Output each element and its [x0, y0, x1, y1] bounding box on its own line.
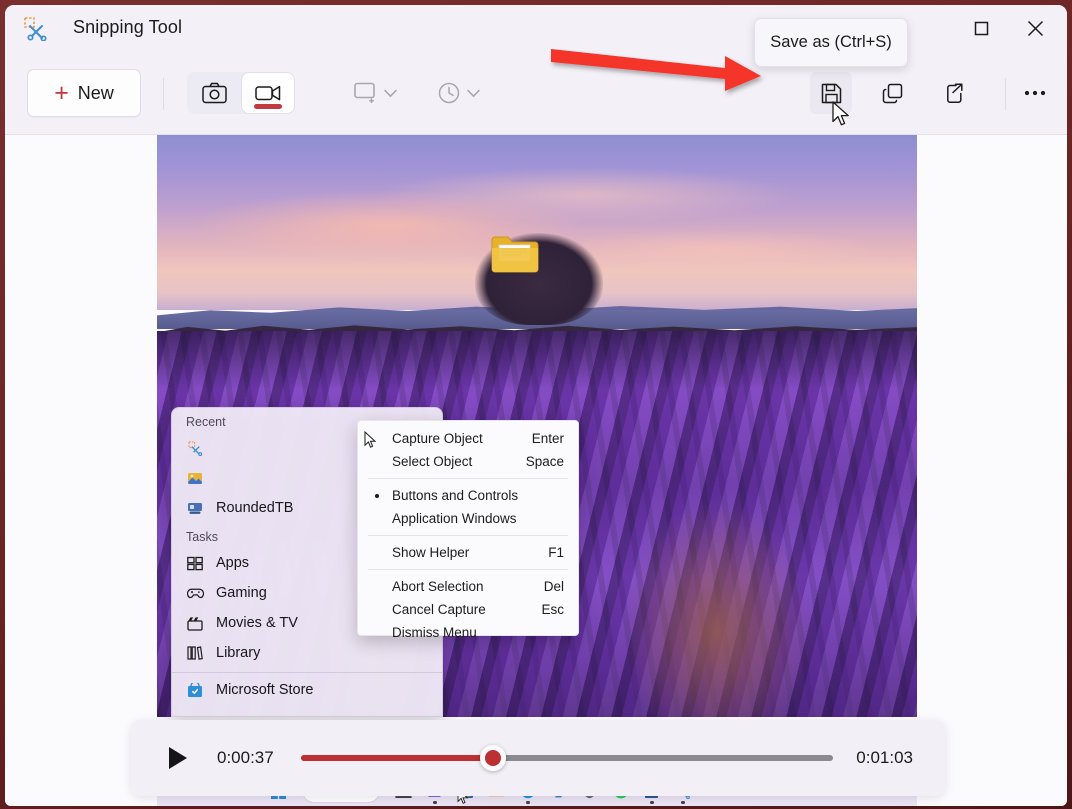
more-ellipsis-icon[interactable]	[1014, 72, 1056, 114]
menu-divider	[368, 478, 568, 479]
clapperboard-icon	[186, 614, 204, 632]
menu-item-abort-selection[interactable]: Abort Selection Del	[358, 575, 578, 598]
start-menu-item-label: Apps	[216, 555, 249, 571]
total-time-label: 0:01:03	[851, 748, 913, 768]
menu-item-show-helper[interactable]: Show Helper F1	[358, 541, 578, 564]
menu-item-label: Buttons and Controls	[392, 488, 518, 503]
new-button[interactable]: + New	[27, 69, 141, 117]
menu-item-application-windows[interactable]: Application Windows	[358, 507, 578, 530]
copy-icon[interactable]	[871, 72, 913, 114]
toolbar-divider	[163, 78, 164, 110]
menu-divider	[368, 569, 568, 570]
start-menu-item-label: Gaming	[216, 585, 267, 601]
scrubber-progress	[301, 755, 493, 761]
mouse-cursor-icon	[364, 431, 378, 449]
menu-divider	[368, 535, 568, 536]
new-button-label: New	[78, 83, 114, 104]
menu-item-label: Dismiss Menu	[392, 625, 477, 640]
video-camera-icon[interactable]	[241, 72, 295, 114]
selected-bullet-icon	[375, 494, 379, 498]
menu-item-label: Abort Selection	[392, 579, 484, 594]
recording-mode-indicator	[254, 104, 282, 109]
start-menu-item-label: Movies & TV	[216, 615, 298, 631]
page-title: Snipping Tool	[73, 17, 182, 38]
library-books-icon	[186, 644, 204, 662]
menu-item-accel: Esc	[541, 602, 564, 617]
menu-item-dismiss-menu[interactable]: Dismiss Menu	[358, 621, 578, 644]
menu-item-accel: Del	[544, 579, 564, 594]
menu-item-accel: Space	[526, 454, 564, 469]
start-menu-item-label: Library	[216, 645, 260, 661]
snipping-tool-icon	[186, 439, 204, 457]
maximize-icon[interactable]	[957, 5, 1005, 52]
chevron-down-icon[interactable]	[375, 72, 405, 114]
video-scrubber[interactable]	[301, 745, 833, 771]
list-item-label: RoundedTB	[216, 500, 293, 516]
mouse-cursor-icon	[832, 101, 852, 128]
menu-item-label: Application Windows	[392, 511, 517, 526]
snipping-tool-icon	[23, 17, 49, 41]
current-time-label: 0:00:37	[217, 748, 279, 768]
menu-item-buttons-and-controls[interactable]: Buttons and Controls	[358, 484, 578, 507]
video-player-controls: 0:00:37 0:01:03	[131, 720, 945, 796]
field-shadow	[157, 331, 917, 389]
toolbar-divider	[1005, 78, 1006, 110]
photos-icon	[186, 469, 204, 487]
menu-item-label: Select Object	[392, 454, 472, 469]
menu-item-accel: F1	[548, 545, 564, 560]
menu-item-label: Cancel Capture	[392, 602, 486, 617]
menu-item-cancel-capture[interactable]: Cancel Capture Esc	[358, 598, 578, 621]
window-body: Snipping Tool + New	[5, 5, 1067, 806]
apps-grid-icon	[186, 554, 204, 572]
preview-stage: Recent	[5, 135, 1067, 806]
camera-icon[interactable]	[187, 72, 241, 114]
menu-item-label: Capture Object	[392, 431, 483, 446]
menu-item-label: Show Helper	[392, 545, 469, 560]
menu-item-capture-object[interactable]: Capture Object Enter	[358, 427, 578, 450]
yellow-folder-icon	[491, 235, 539, 273]
menu-item-accel: Enter	[532, 431, 564, 446]
start-menu-item-label: Microsoft Store	[216, 682, 314, 698]
gamepad-icon	[186, 584, 204, 602]
microsoft-store-icon	[186, 681, 204, 699]
tooltip: Save as (Ctrl+S)	[754, 18, 908, 67]
plus-icon: +	[54, 81, 69, 106]
capture-mode-group	[187, 72, 295, 114]
context-menu: Capture Object Enter Select Object Space…	[357, 420, 579, 636]
divider	[172, 672, 442, 673]
menu-item-select-object[interactable]: Select Object Space	[358, 450, 578, 473]
window-frame: Snipping Tool + New	[0, 0, 1072, 809]
scrubber-thumb[interactable]	[480, 745, 506, 771]
tooltip-text: Save as (Ctrl+S)	[770, 33, 892, 52]
toolbar: + New	[5, 52, 1067, 135]
play-triangle-icon[interactable]	[163, 743, 193, 773]
chevron-down-icon[interactable]	[458, 72, 488, 114]
share-icon[interactable]	[931, 72, 973, 114]
start-menu-item-microsoft-store[interactable]: Microsoft Store	[172, 675, 442, 705]
roundedtb-icon	[186, 499, 204, 517]
close-icon[interactable]	[1011, 5, 1059, 52]
